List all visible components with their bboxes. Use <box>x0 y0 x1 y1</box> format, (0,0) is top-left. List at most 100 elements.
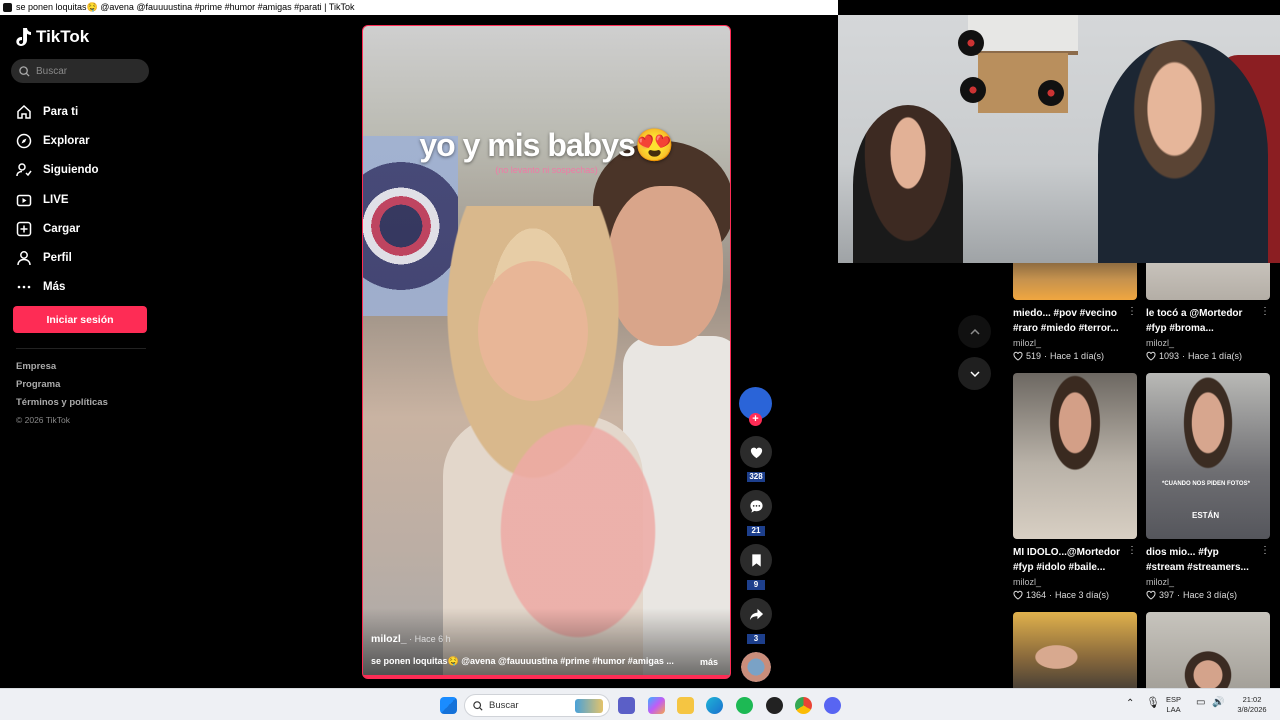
copyright-text: © 2026 TikTok <box>16 415 70 425</box>
sidebar-item-label: Más <box>43 281 66 294</box>
sidebar-item-mas[interactable]: Más <box>16 273 99 302</box>
language-layout: LAA <box>1166 705 1181 714</box>
video-card[interactable] <box>1013 612 1137 688</box>
card-author[interactable]: milozl_ <box>1146 577 1270 587</box>
volume-icon[interactable]: 🔊 <box>1212 698 1224 708</box>
save-button[interactable] <box>740 544 772 576</box>
video-thumbnail[interactable]: *CUANDO NOS PIDEN FOTOS* ESTÁN <box>1146 373 1270 539</box>
card-date: Hace 1 día(s) <box>1050 351 1105 361</box>
webcam-person-boy <box>1098 40 1268 263</box>
sidebar-item-perfil[interactable]: Perfil <box>16 243 99 272</box>
heart-outline-icon <box>1013 590 1023 600</box>
more-button[interactable]: más <box>700 657 718 667</box>
previous-video-button[interactable] <box>958 315 991 348</box>
language-indicator[interactable]: ESP LAA <box>1166 695 1181 715</box>
comment-count: 21 <box>747 526 765 536</box>
footer-link-programa[interactable]: Programa <box>16 379 108 397</box>
like-button[interactable] <box>740 436 772 468</box>
card-menu-icon[interactable]: ⋮ <box>1127 545 1137 556</box>
share-button[interactable] <box>740 598 772 630</box>
share-icon <box>749 608 763 620</box>
taskbar-search[interactable]: Buscar <box>464 694 610 717</box>
tray-chevron-up-icon[interactable]: ⌃ <box>1126 699 1134 709</box>
sidebar-nav: Para ti Explorar Siguiendo LIVE Cargar P… <box>16 97 99 302</box>
search-icon <box>473 700 483 711</box>
browser-title-bar: se ponen loquitas🤤 @avena @fauuuustina #… <box>0 0 838 15</box>
card-title[interactable]: MI IDOLO...@Mortedor #fyp #idolo #baile.… <box>1013 545 1125 575</box>
tiktok-logo[interactable]: TikTok <box>16 27 89 47</box>
video-thumbnail[interactable] <box>1013 612 1137 688</box>
author-username[interactable]: milozl_ <box>371 633 407 645</box>
sidebar-item-label: Perfil <box>43 252 72 265</box>
video-author[interactable]: milozl_ · Hace 6 h <box>371 633 451 645</box>
video-progress-bar[interactable] <box>363 675 730 678</box>
card-meta: 519 · Hace 1 día(s) <box>1013 351 1137 361</box>
login-button[interactable]: Iniciar sesión <box>13 306 147 333</box>
video-thumbnail[interactable] <box>1146 612 1270 688</box>
card-menu-icon[interactable]: ⋮ <box>1260 306 1270 317</box>
spotify-icon[interactable] <box>736 697 753 714</box>
upload-icon <box>16 221 32 237</box>
card-menu-icon[interactable]: ⋮ <box>1127 306 1137 317</box>
sidebar-item-explorar[interactable]: Explorar <box>16 126 99 155</box>
bookmark-icon <box>751 553 761 567</box>
sidebar-item-cargar[interactable]: Cargar <box>16 214 99 243</box>
obs-icon[interactable] <box>766 697 783 714</box>
video-card[interactable]: *CUANDO NOS PIDEN FOTOS* ESTÁN ⋮ dios mi… <box>1146 373 1270 600</box>
file-explorer-icon[interactable] <box>677 697 694 714</box>
card-author[interactable]: milozl_ <box>1013 338 1137 348</box>
profile-icon <box>17 251 31 266</box>
video-thumbnail[interactable] <box>1013 263 1137 300</box>
search-input[interactable] <box>36 65 136 77</box>
edge-icon[interactable] <box>706 697 723 714</box>
video-card[interactable]: ⋮ le tocó a @Mortedor #fyp #broma... mil… <box>1146 263 1270 361</box>
footer-link-terminos[interactable]: Términos y políticas <box>16 397 108 415</box>
live-icon <box>16 194 32 206</box>
card-title[interactable]: miedo... #pov #vecino #raro #miedo #terr… <box>1013 306 1125 336</box>
video-player[interactable]: yo y mis babys😍 (no levanto ni sospechas… <box>362 25 731 679</box>
sidebar-item-siguiendo[interactable]: Siguiendo <box>16 156 99 185</box>
heart-icon <box>750 447 762 458</box>
network-icon[interactable]: ▭ <box>1196 698 1205 708</box>
save-count: 9 <box>747 580 765 590</box>
card-likes: 519 <box>1026 351 1042 361</box>
sidebar-item-label: Siguiendo <box>43 164 99 177</box>
windows-start-icon[interactable] <box>440 697 457 714</box>
comment-button[interactable] <box>740 490 772 522</box>
card-separator: · <box>1182 351 1186 361</box>
music-disc-icon[interactable] <box>741 652 771 682</box>
teams-icon[interactable] <box>618 697 635 714</box>
card-separator: · <box>1049 590 1053 600</box>
copilot-icon[interactable] <box>648 697 665 714</box>
sidebar-item-para-ti[interactable]: Para ti <box>16 97 99 126</box>
home-icon <box>17 104 31 119</box>
comment-icon <box>749 499 763 513</box>
related-videos-grid: ⋮ miedo... #pov #vecino #raro #miedo #te… <box>1003 263 1280 688</box>
search-box[interactable] <box>11 59 149 83</box>
video-thumbnail[interactable] <box>1146 263 1270 300</box>
follow-plus-icon[interactable]: + <box>749 413 762 426</box>
webcam-overlay <box>838 15 1280 263</box>
card-menu-icon[interactable]: ⋮ <box>1260 545 1270 556</box>
sidebar-item-label: Explorar <box>43 134 90 147</box>
chrome-icon[interactable] <box>795 697 812 714</box>
microphone-icon[interactable]: 🎙 <box>1146 698 1160 709</box>
video-caption: yo y mis babys😍 <box>419 127 674 163</box>
taskbar-search-label: Buscar <box>489 700 519 711</box>
video-card[interactable] <box>1146 612 1270 688</box>
card-title[interactable]: dios mio... #fyp #stream #streamers... <box>1146 545 1258 575</box>
card-date: Hace 3 día(s) <box>1055 590 1110 600</box>
video-card[interactable]: ⋮ miedo... #pov #vecino #raro #miedo #te… <box>1013 263 1137 361</box>
clock[interactable]: 21:02 3/8/2026 <box>1232 695 1272 715</box>
video-card[interactable]: ⋮ MI IDOLO...@Mortedor #fyp #idolo #bail… <box>1013 373 1137 600</box>
sidebar-item-live[interactable]: LIVE <box>16 185 99 214</box>
card-author[interactable]: milozl_ <box>1146 338 1270 348</box>
card-author[interactable]: milozl_ <box>1013 577 1137 587</box>
language-code: ESP <box>1166 695 1182 704</box>
video-thumbnail[interactable] <box>1013 373 1137 539</box>
card-title[interactable]: le tocó a @Mortedor #fyp #broma... <box>1146 306 1258 336</box>
discord-icon[interactable] <box>824 697 841 714</box>
creator-avatar[interactable]: + <box>739 387 772 426</box>
footer-link-empresa[interactable]: Empresa <box>16 361 108 379</box>
next-video-button[interactable] <box>958 357 991 390</box>
